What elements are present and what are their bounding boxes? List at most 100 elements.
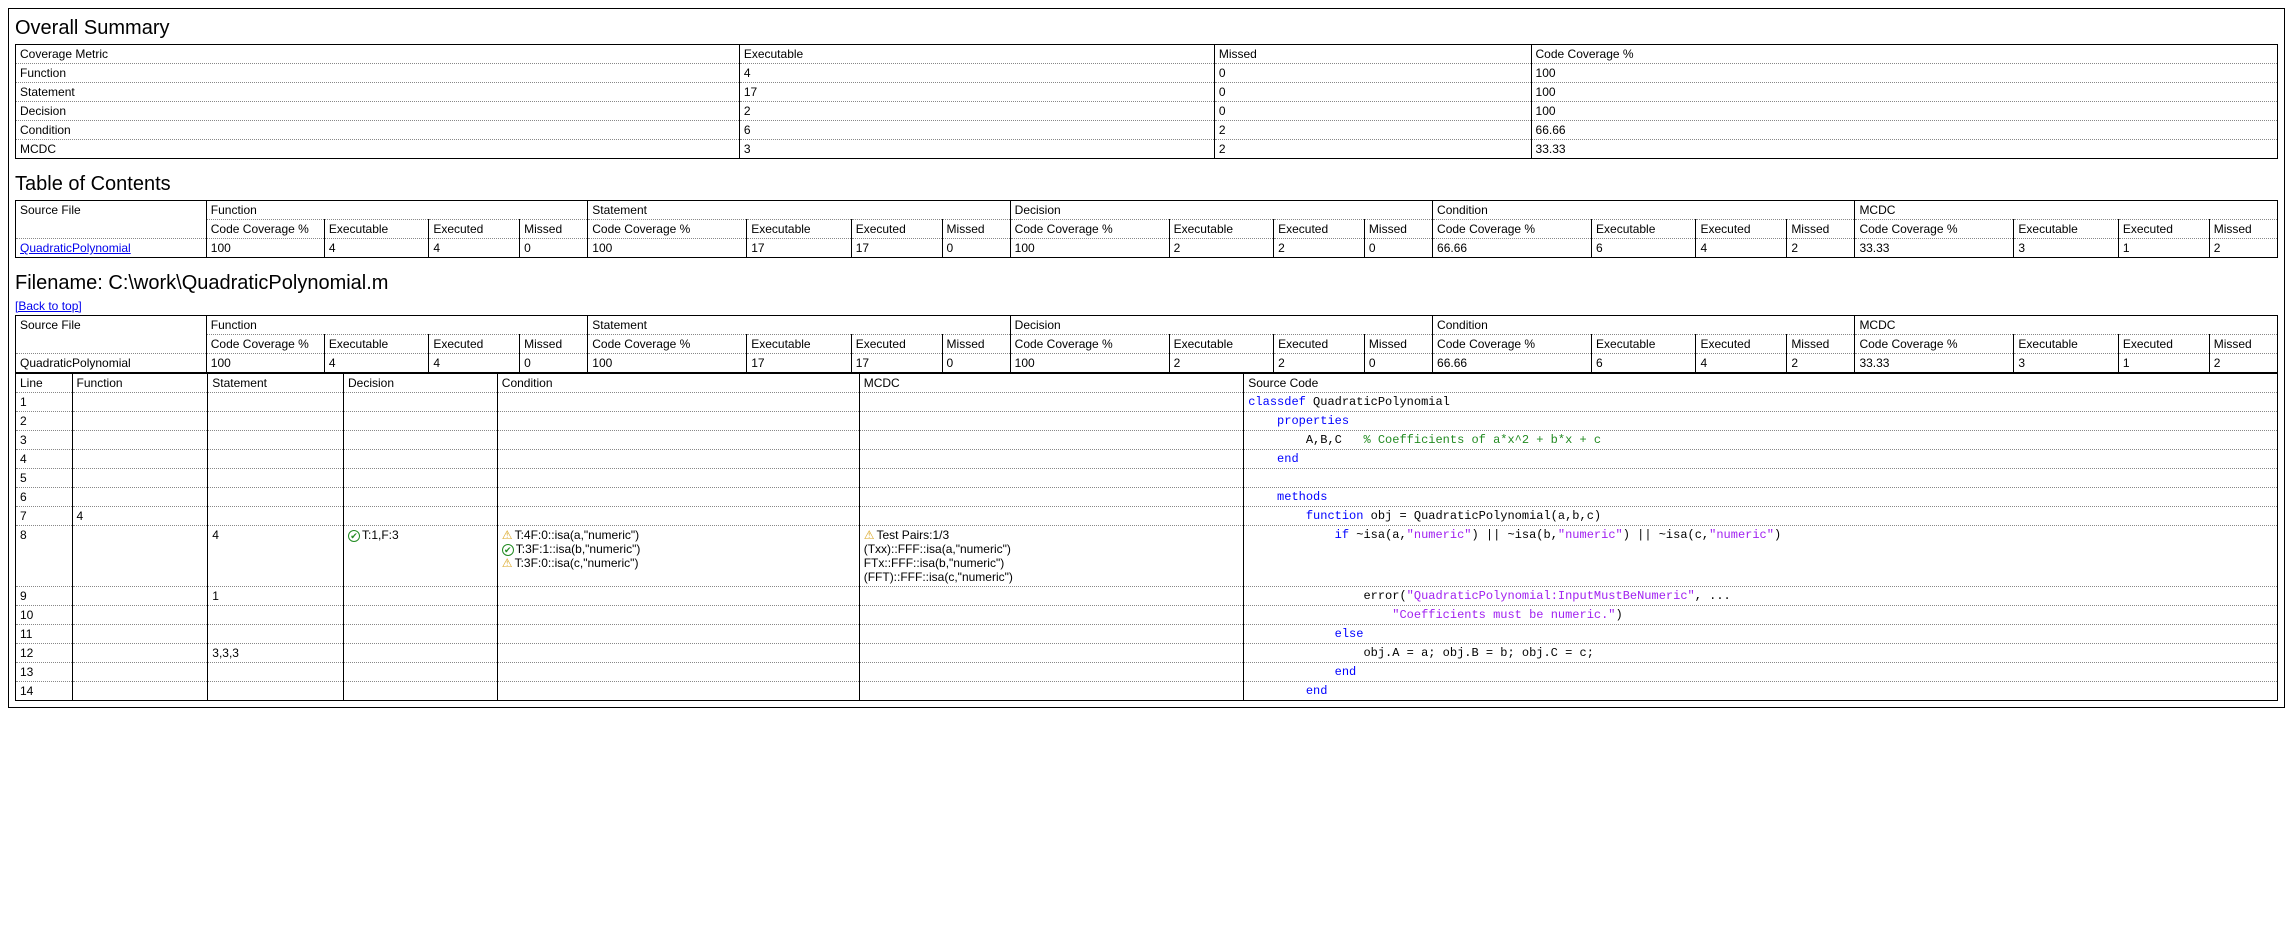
col-header: Coverage Metric: [16, 45, 740, 64]
statement-count: [208, 469, 344, 488]
statement-count: 1: [208, 587, 344, 606]
file-group-row: Source File Function Statement Decision …: [16, 316, 2278, 335]
file-subheader-row: Code Coverage %ExecutableExecutedMissed …: [16, 335, 2278, 354]
mcdc-cell: [859, 469, 1244, 488]
mcdc-cell: [859, 606, 1244, 625]
line-number: 5: [16, 469, 73, 488]
code-row: 14 end: [16, 682, 2278, 701]
function-count: [72, 682, 208, 701]
col-header: Source Code: [1244, 374, 2278, 393]
statement-count: [208, 507, 344, 526]
function-count: [72, 644, 208, 663]
statement-count: [208, 625, 344, 644]
code-coverage-table: Line Function Statement Decision Conditi…: [15, 373, 2278, 701]
check-icon: [348, 528, 362, 542]
condition-cell: [497, 393, 859, 412]
condition-cell: [497, 431, 859, 450]
code-row: 11 else: [16, 625, 2278, 644]
statement-count: [208, 606, 344, 625]
condition-cell: T:4F:0::isa(a,"numeric")T:3F:1::isa(b,"n…: [497, 526, 859, 587]
function-count: [72, 663, 208, 682]
line-number: 6: [16, 488, 73, 507]
function-count: [72, 526, 208, 587]
col-header: MCDC: [1855, 201, 2278, 220]
statement-count: 4: [208, 526, 344, 587]
source-code-cell: function obj = QuadraticPolynomial(a,b,c…: [1244, 507, 2278, 526]
line-number: 12: [16, 644, 73, 663]
col-header: Source File: [16, 201, 207, 239]
statement-count: [208, 663, 344, 682]
source-code-cell: end: [1244, 682, 2278, 701]
source-code-cell: [1244, 469, 2278, 488]
function-count: [72, 606, 208, 625]
code-row: 84T:1,F:3T:4F:0::isa(a,"numeric")T:3F:1:…: [16, 526, 2278, 587]
code-row: 2 properties: [16, 412, 2278, 431]
function-count: [72, 587, 208, 606]
mcdc-cell: [859, 644, 1244, 663]
line-number: 11: [16, 625, 73, 644]
decision-cell: [343, 488, 497, 507]
code-header-row: Line Function Statement Decision Conditi…: [16, 374, 2278, 393]
col-header: Function: [206, 201, 588, 220]
code-row: 3 A,B,C % Coefficients of a*x^2 + b*x + …: [16, 431, 2278, 450]
decision-cell: [343, 663, 497, 682]
mcdc-cell: [859, 488, 1244, 507]
source-file-link[interactable]: QuadraticPolynomial: [20, 241, 131, 255]
source-code-cell: obj.A = a; obj.B = b; obj.C = c;: [1244, 644, 2278, 663]
code-row: 9 1 error("QuadraticPolynomial:InputMustB…: [16, 587, 2278, 606]
source-code-cell: error("QuadraticPolynomial:InputMustBeNu…: [1244, 587, 2278, 606]
line-number: 9: [16, 587, 73, 606]
back-to-top-link[interactable]: [Back to top]: [15, 299, 82, 313]
statement-count: [208, 488, 344, 507]
source-file-cell: QuadraticPolynomial: [16, 354, 207, 373]
check-icon: [502, 542, 516, 556]
decision-cell: [343, 469, 497, 488]
condition-cell: [497, 469, 859, 488]
condition-cell: [497, 644, 859, 663]
code-row: 4 end: [16, 450, 2278, 469]
function-count: [72, 625, 208, 644]
function-count: [72, 469, 208, 488]
decision-cell: [343, 606, 497, 625]
line-number: 4: [16, 450, 73, 469]
source-code-cell: methods: [1244, 488, 2278, 507]
line-number: 1: [16, 393, 73, 412]
decision-cell: [343, 682, 497, 701]
statement-count: [208, 412, 344, 431]
decision-cell: [343, 507, 497, 526]
col-header: Missed: [1214, 45, 1531, 64]
col-header: Condition: [1433, 201, 1855, 220]
col-header: Statement: [588, 201, 1010, 220]
statement-count: [208, 393, 344, 412]
source-code-cell: properties: [1244, 412, 2278, 431]
code-row: 5: [16, 469, 2278, 488]
condition-cell: [497, 507, 859, 526]
source-code-cell: end: [1244, 663, 2278, 682]
table-row: MCDC3233.33: [16, 140, 2278, 159]
condition-cell: [497, 450, 859, 469]
statement-count: [208, 682, 344, 701]
warning-icon: [864, 528, 877, 542]
col-header: MCDC: [859, 374, 1244, 393]
line-number: 8: [16, 526, 73, 587]
toc-subheader-row: Code Coverage %ExecutableExecutedMissed …: [16, 220, 2278, 239]
function-count: [72, 431, 208, 450]
col-header: Executable: [739, 45, 1214, 64]
overall-summary-heading: Overall Summary: [15, 17, 2278, 40]
decision-cell: [343, 587, 497, 606]
toc-group-row: Source File Function Statement Decision …: [16, 201, 2278, 220]
mcdc-cell: [859, 663, 1244, 682]
source-code-cell: if ~isa(a,"numeric") || ~isa(b,"numeric"…: [1244, 526, 2278, 587]
mcdc-cell: [859, 587, 1244, 606]
file-data-row: QuadraticPolynomial 100440 10017170 1002…: [16, 354, 2278, 373]
col-header: Condition: [497, 374, 859, 393]
col-header: Decision: [343, 374, 497, 393]
condition-cell: [497, 587, 859, 606]
file-summary-table: Source File Function Statement Decision …: [15, 315, 2278, 373]
line-number: 7: [16, 507, 73, 526]
col-header: Statement: [208, 374, 344, 393]
code-row: 12 3,3,3 obj.A = a; obj.B = b; obj.C = c;: [16, 644, 2278, 663]
toc-data-row: QuadraticPolynomial 100440 10017170 1002…: [16, 239, 2278, 258]
code-row: 10 "Coefficients must be numeric."): [16, 606, 2278, 625]
statement-count: 3,3,3: [208, 644, 344, 663]
